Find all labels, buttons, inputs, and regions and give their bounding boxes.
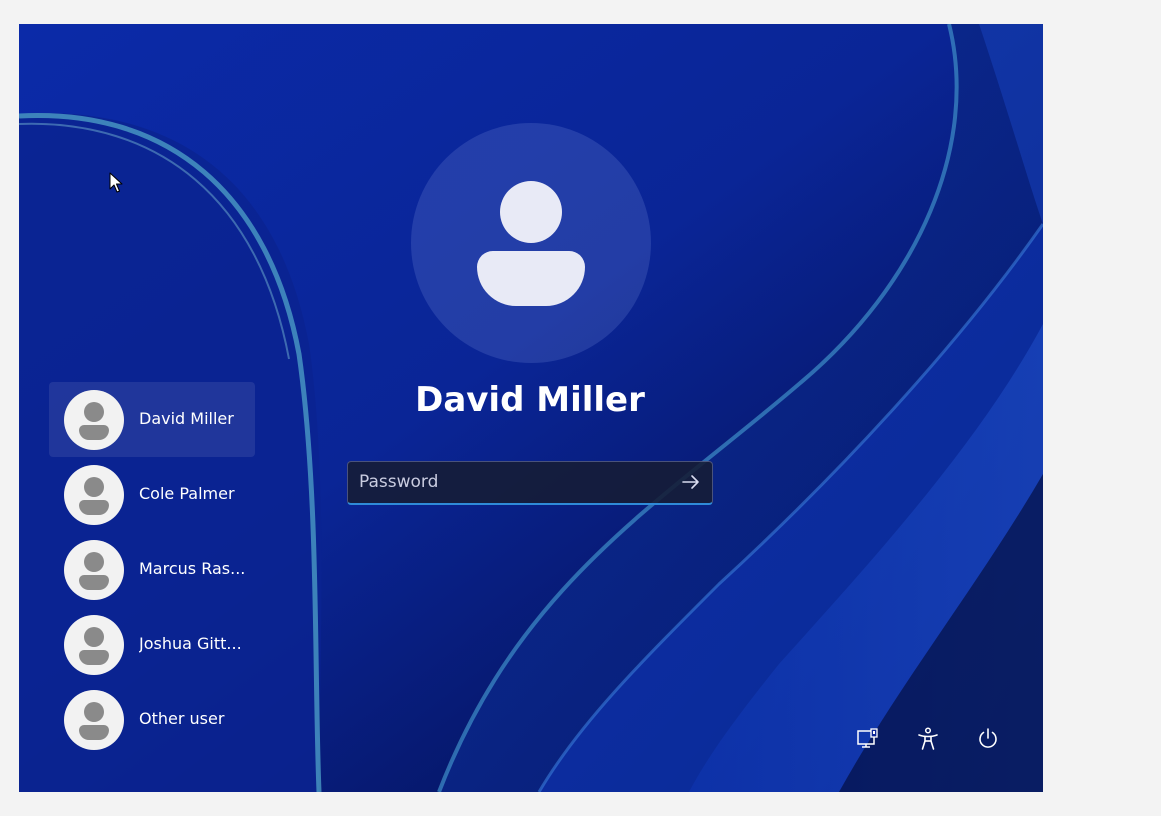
user-item-label: Other user [139,709,225,728]
power-icon[interactable] [975,726,1001,752]
network-icon[interactable] [855,726,881,752]
user-item-label: Cole Palmer [139,484,235,503]
user-avatar [64,390,124,450]
user-item-label: Joshua Gitt... [139,634,242,653]
user-item-other-user[interactable]: Other user [49,682,255,757]
lock-screen: David Miller David Miller Cole Palmer Ma… [19,24,1043,792]
user-item-cole-palmer[interactable]: Cole Palmer [49,457,255,532]
user-avatar [64,690,124,750]
user-avatar [64,465,124,525]
submit-arrow-icon[interactable] [680,471,702,493]
accessibility-icon[interactable] [915,726,941,752]
user-item-david-miller[interactable]: David Miller [49,382,255,457]
selected-user-avatar [411,123,651,363]
user-list: David Miller Cole Palmer Marcus Ras... J… [49,382,255,757]
mouse-cursor-icon [109,172,123,193]
user-item-label: Marcus Ras... [139,559,246,578]
selected-user-name: David Miller [415,380,645,420]
password-field-container [347,461,713,505]
user-avatar [64,540,124,600]
password-input[interactable] [348,462,668,502]
avatar-head [500,181,562,243]
user-item-marcus[interactable]: Marcus Ras... [49,532,255,607]
user-item-joshua[interactable]: Joshua Gitt... [49,607,255,682]
user-avatar [64,615,124,675]
user-item-label: David Miller [139,409,234,428]
avatar-body [477,251,585,306]
